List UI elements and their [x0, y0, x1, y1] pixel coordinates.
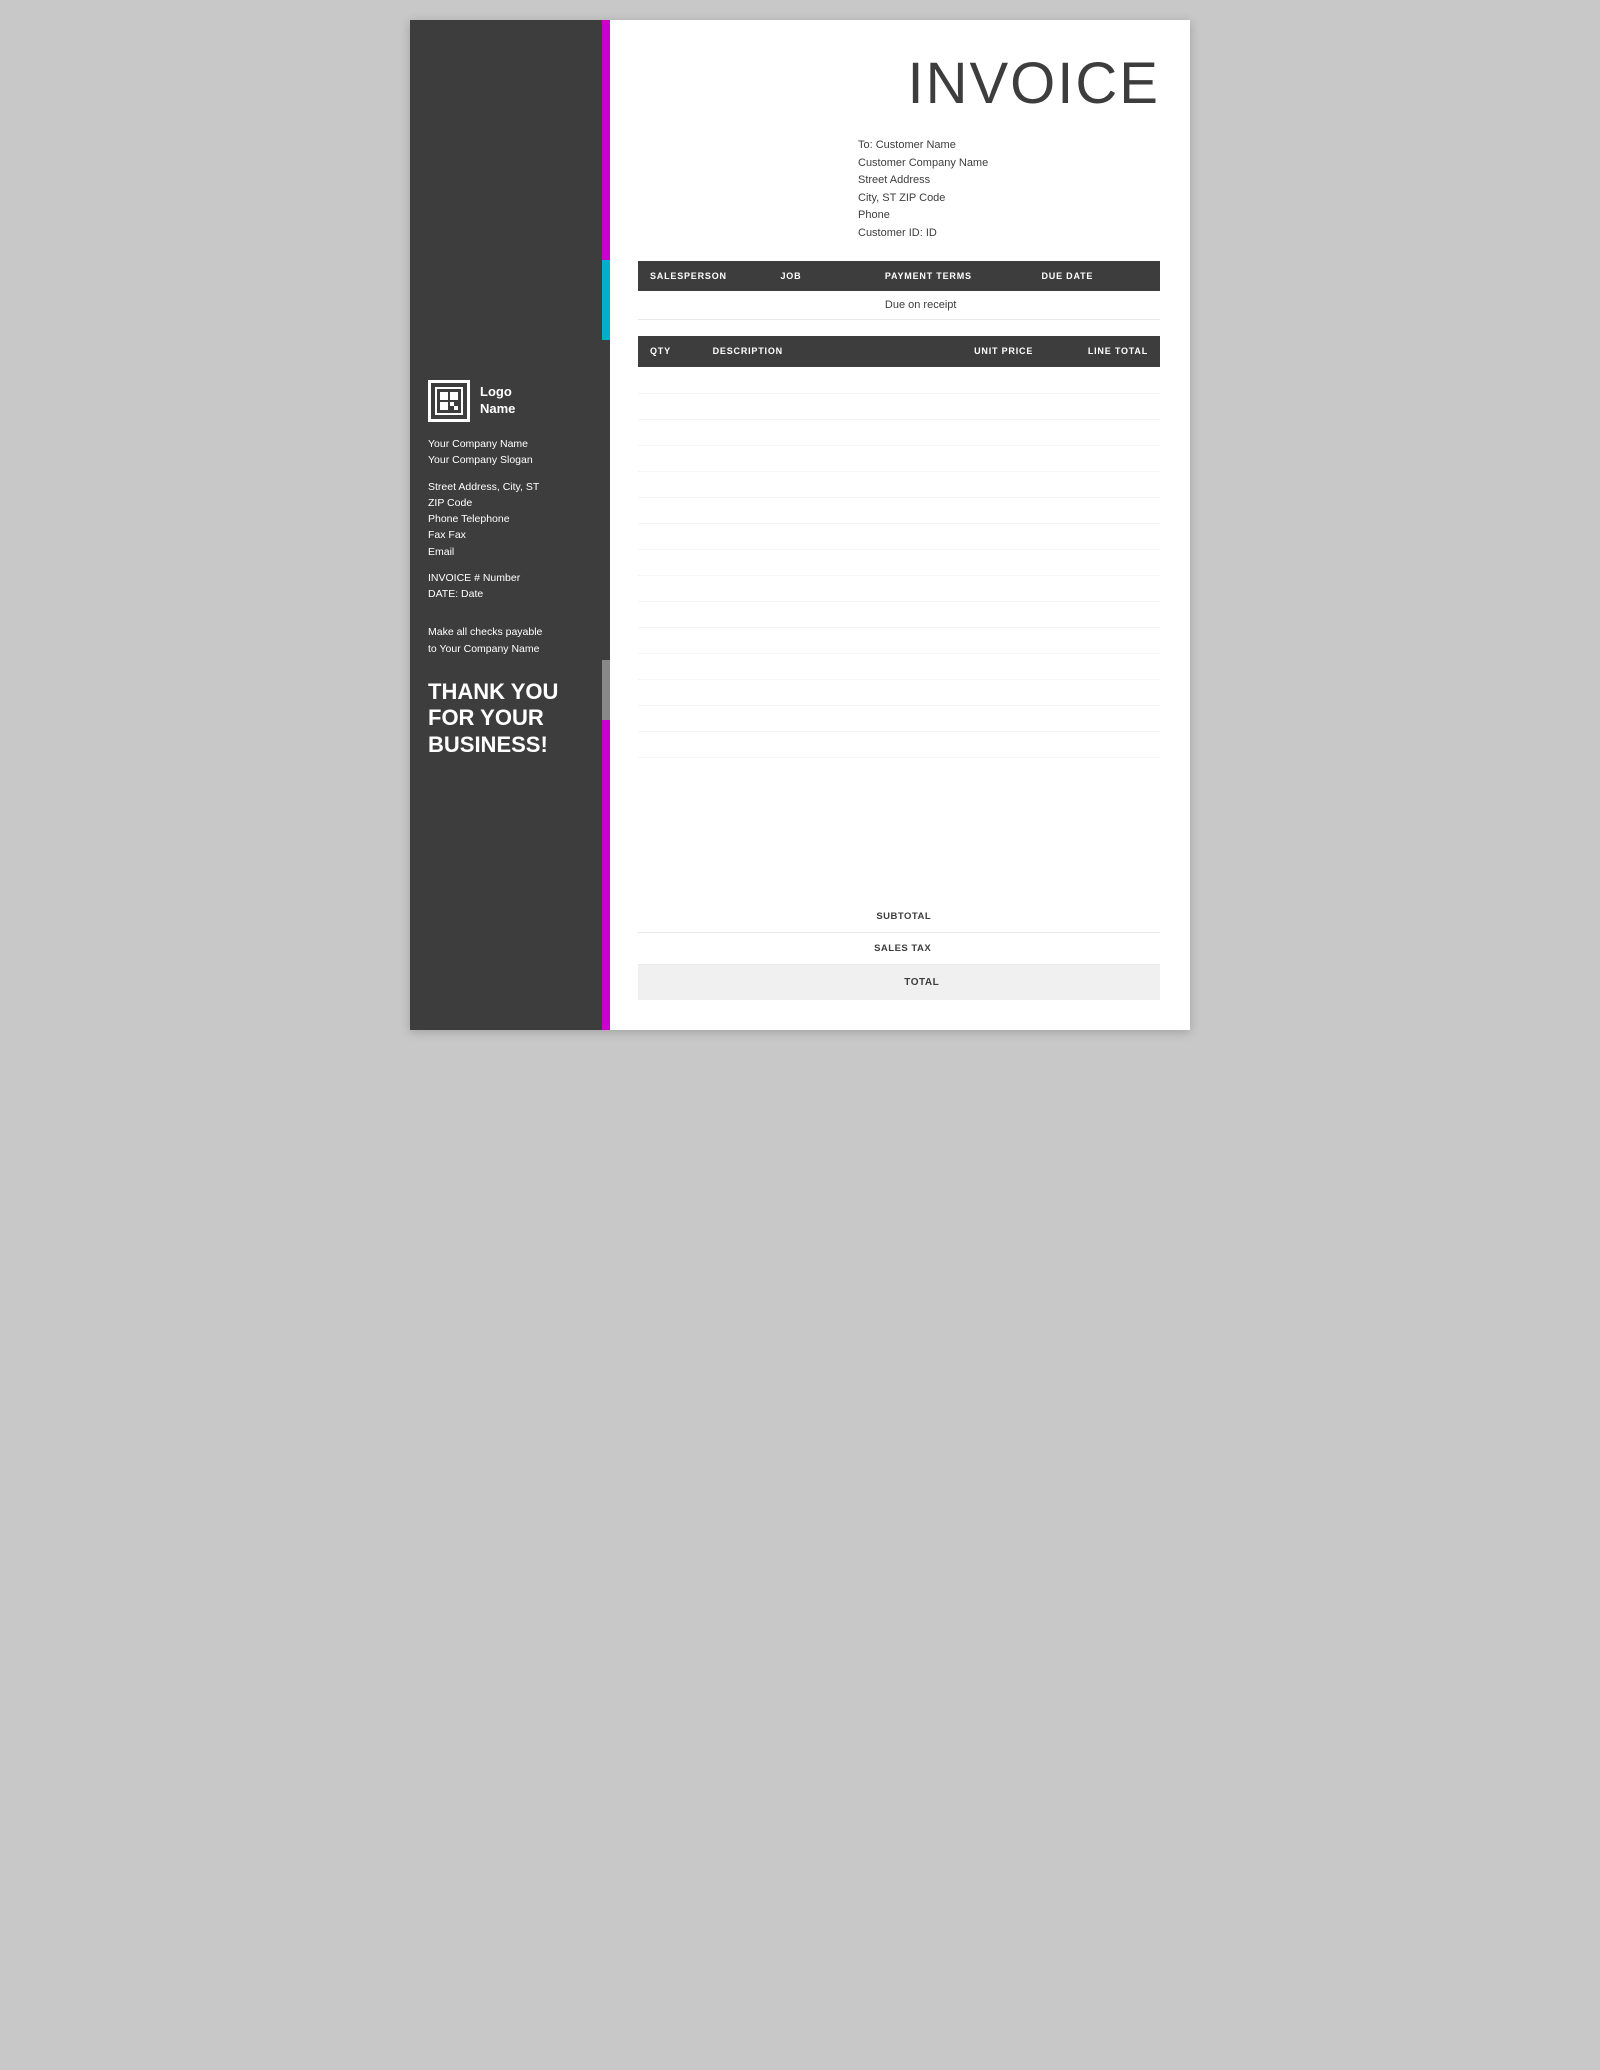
item-row — [638, 679, 1160, 705]
logo-svg — [434, 386, 464, 416]
billing-customer-id: Customer ID: ID — [858, 225, 1160, 243]
item-row — [638, 445, 1160, 471]
item-row — [638, 523, 1160, 549]
item-row — [638, 471, 1160, 497]
accent-lower — [602, 660, 610, 720]
subtotal-value — [951, 905, 1160, 933]
total-label: TOTAL — [638, 965, 951, 1001]
company-slogan: Your Company Slogan — [428, 452, 592, 468]
accent-top — [602, 20, 610, 260]
invoice-number: INVOICE # Number — [428, 570, 592, 586]
item-row — [638, 497, 1160, 523]
totals-section: SUBTOTAL SALES TAX TOTAL — [638, 885, 1160, 1000]
col-qty: QTY — [638, 336, 701, 368]
col-payment-terms: PAYMENT TERMS — [873, 261, 1030, 291]
company-info: Your Company Name Your Company Slogan St… — [428, 436, 592, 612]
checks-line1: Make all checks payable — [428, 624, 592, 640]
subtotal-label: SUBTOTAL — [638, 905, 951, 933]
header-table: SALESPERSON JOB PAYMENT TERMS DUE DATE — [638, 261, 1160, 291]
tax-label: SALES TAX — [638, 933, 951, 965]
checks-line2: to Your Company Name — [428, 641, 592, 657]
payment-row: Due on receipt — [638, 291, 1160, 320]
billing-phone: Phone — [858, 207, 1160, 225]
col-line-total: LINE TOTAL — [1045, 336, 1160, 368]
item-row — [638, 627, 1160, 653]
invoice-title: INVOICE — [638, 50, 1160, 117]
email-line: Email — [428, 544, 592, 560]
date-line: DATE: Date — [428, 586, 592, 602]
thank-you: THANK YOU FOR YOUR BUSINESS! — [428, 679, 592, 758]
col-job: JOB — [769, 261, 873, 291]
phone-line: Phone Telephone — [428, 511, 592, 527]
checks-info: Make all checks payable to Your Company … — [428, 624, 592, 657]
address-line1: Street Address, City, ST — [428, 479, 592, 495]
sidebar: Logo Name Your Company Name Your Company… — [410, 20, 610, 1030]
logo-icon — [428, 380, 470, 422]
col-salesperson: SALESPERSON — [638, 261, 769, 291]
accent-bottom — [602, 720, 610, 1030]
billing-company: Customer Company Name — [858, 155, 1160, 173]
billing-to: To: Customer Name — [858, 137, 1160, 155]
item-row — [638, 731, 1160, 757]
invoice-page: Logo Name Your Company Name Your Company… — [410, 20, 1190, 1030]
address-line2: ZIP Code — [428, 495, 592, 511]
items-header: QTY DESCRIPTION UNIT PRICE LINE TOTAL — [638, 336, 1160, 368]
item-row — [638, 419, 1160, 445]
item-row — [638, 575, 1160, 601]
logo-area: Logo Name — [428, 380, 592, 422]
col-due-date: DUE DATE — [1029, 261, 1160, 291]
tax-row: SALES TAX — [638, 933, 1160, 965]
subtotal-row: SUBTOTAL — [638, 905, 1160, 933]
items-body — [638, 367, 1160, 758]
total-row: TOTAL — [638, 965, 1160, 1001]
item-row — [638, 653, 1160, 679]
content-area: INVOICE To: Customer Name Customer Compa… — [610, 20, 1190, 1030]
total-value — [951, 965, 1160, 1001]
logo-name: Logo Name — [480, 384, 515, 418]
item-row — [638, 601, 1160, 627]
tax-value — [951, 933, 1160, 965]
item-row — [638, 393, 1160, 419]
item-row — [638, 549, 1160, 575]
items-area: QTY DESCRIPTION UNIT PRICE LINE TOTAL — [638, 336, 1160, 885]
col-unit-price: UNIT PRICE — [930, 336, 1045, 368]
fax-line: Fax Fax — [428, 527, 592, 543]
billing-city: City, ST ZIP Code — [858, 190, 1160, 208]
billing-info: To: Customer Name Customer Company Name … — [638, 137, 1160, 243]
col-description: DESCRIPTION — [701, 336, 931, 368]
item-row — [638, 367, 1160, 393]
accent-mid — [602, 260, 610, 340]
billing-address: Street Address — [858, 172, 1160, 190]
totals-table: SUBTOTAL SALES TAX TOTAL — [638, 905, 1160, 1000]
item-row — [638, 705, 1160, 731]
due-on-receipt: Due on receipt — [873, 291, 1030, 320]
company-name: Your Company Name — [428, 436, 592, 452]
